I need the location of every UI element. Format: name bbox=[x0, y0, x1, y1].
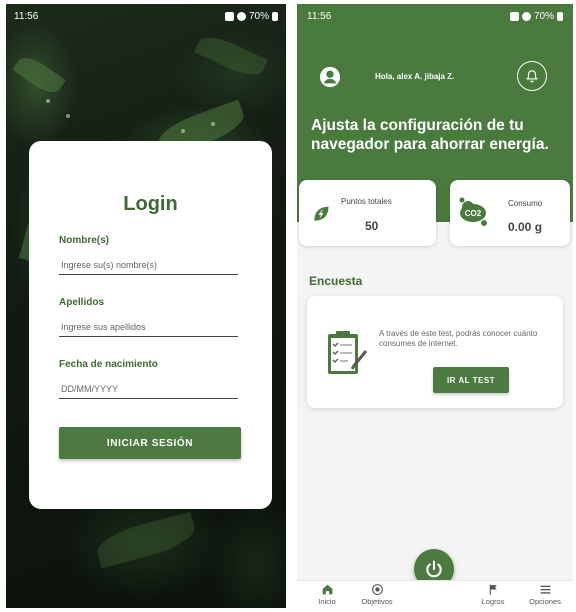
leaf-bolt-icon bbox=[314, 206, 329, 221]
water-drop bbox=[211, 122, 215, 126]
battery-icon bbox=[557, 11, 563, 21]
last-name-input[interactable] bbox=[59, 317, 238, 337]
nav-item-opciones[interactable]: Opciones bbox=[521, 583, 569, 606]
survey-description: A través de este test, podrás conocer cu… bbox=[379, 329, 538, 348]
login-card: Login Nombre(s) Apellidos Fecha de nacim… bbox=[29, 141, 272, 509]
user-avatar-icon[interactable] bbox=[319, 66, 341, 88]
points-title: Puntos totales bbox=[341, 197, 392, 206]
clipboard-checklist-icon bbox=[328, 331, 368, 374]
wifi-icon bbox=[236, 11, 246, 21]
flag-icon bbox=[489, 584, 497, 595]
nav-label-logros: Logros bbox=[481, 597, 505, 606]
co2-cloud-icon: CO2 bbox=[459, 197, 487, 226]
login-title: Login bbox=[123, 193, 178, 215]
target-icon bbox=[371, 584, 383, 595]
bottom-navigation: Inicio Objetivos Logros Opciones bbox=[297, 580, 573, 608]
battery-icon bbox=[272, 11, 278, 21]
status-time: 11:56 bbox=[14, 10, 39, 22]
water-drop bbox=[181, 129, 185, 133]
app-root: 11:56 70% Login Nombre(s) Apellidos Fech… bbox=[0, 0, 576, 612]
nav-item-logros[interactable]: Logros bbox=[469, 583, 517, 606]
water-drop bbox=[66, 114, 70, 118]
status-bar: 11:56 70% bbox=[297, 4, 573, 28]
consumption-card: CO2 Consumo 0.00 g bbox=[450, 180, 570, 246]
survey-card: A través de este test, podrás conocer cu… bbox=[307, 296, 563, 408]
background-leaf bbox=[12, 51, 66, 99]
home-icon bbox=[322, 584, 332, 595]
nav-label-objetivos: Objetivos bbox=[361, 597, 393, 606]
go-to-test-button[interactable]: IR AL TEST bbox=[433, 367, 509, 393]
first-name-label: Nombre(s) bbox=[59, 235, 110, 246]
background-leaf bbox=[194, 30, 268, 82]
water-drop bbox=[46, 99, 50, 103]
background-leaf bbox=[93, 511, 199, 569]
last-name-label: Apellidos bbox=[59, 297, 105, 308]
power-icon bbox=[426, 560, 442, 578]
status-time: 11:56 bbox=[307, 10, 332, 22]
nav-label-inicio: Inicio bbox=[318, 597, 336, 606]
points-card: Puntos totales 50 bbox=[299, 180, 436, 246]
notifications-button[interactable] bbox=[517, 61, 547, 91]
page-headline: Ajusta la configuración de tu navegador … bbox=[311, 117, 549, 153]
battery-percent: 70% bbox=[533, 10, 554, 22]
points-value: 50 bbox=[365, 219, 379, 233]
nav-item-objetivos[interactable]: Objetivos bbox=[353, 583, 401, 606]
notification-icon bbox=[224, 11, 234, 21]
nav-item-inicio[interactable]: Inicio bbox=[303, 583, 351, 606]
consumption-value: 0.00 g bbox=[508, 220, 543, 234]
first-name-input[interactable] bbox=[59, 255, 238, 275]
user-greeting: Hola, alex A. jibaja Z. bbox=[375, 72, 455, 81]
status-bar: 11:56 70% bbox=[6, 4, 286, 28]
birthdate-label: Fecha de nacimiento bbox=[59, 359, 158, 370]
survey-section-title: Encuesta bbox=[309, 274, 363, 288]
notification-icon bbox=[509, 11, 519, 21]
login-screen: 11:56 70% Login Nombre(s) Apellidos Fech… bbox=[6, 4, 286, 608]
battery-percent: 70% bbox=[248, 10, 269, 22]
status-icons: 70% bbox=[509, 10, 563, 22]
birthdate-input[interactable] bbox=[59, 379, 238, 399]
consumption-title: Consumo bbox=[508, 199, 543, 208]
menu-icon bbox=[540, 585, 550, 594]
login-button[interactable]: INICIAR SESIÓN bbox=[59, 427, 241, 459]
home-screen: 11:56 70% Hola, alex A. jibaja Z. Ajusta… bbox=[297, 4, 573, 608]
svg-text:CO2: CO2 bbox=[465, 209, 482, 218]
bell-icon bbox=[526, 70, 538, 83]
nav-label-opciones: Opciones bbox=[529, 597, 561, 606]
status-icons: 70% bbox=[224, 10, 278, 22]
wifi-icon bbox=[521, 11, 531, 21]
